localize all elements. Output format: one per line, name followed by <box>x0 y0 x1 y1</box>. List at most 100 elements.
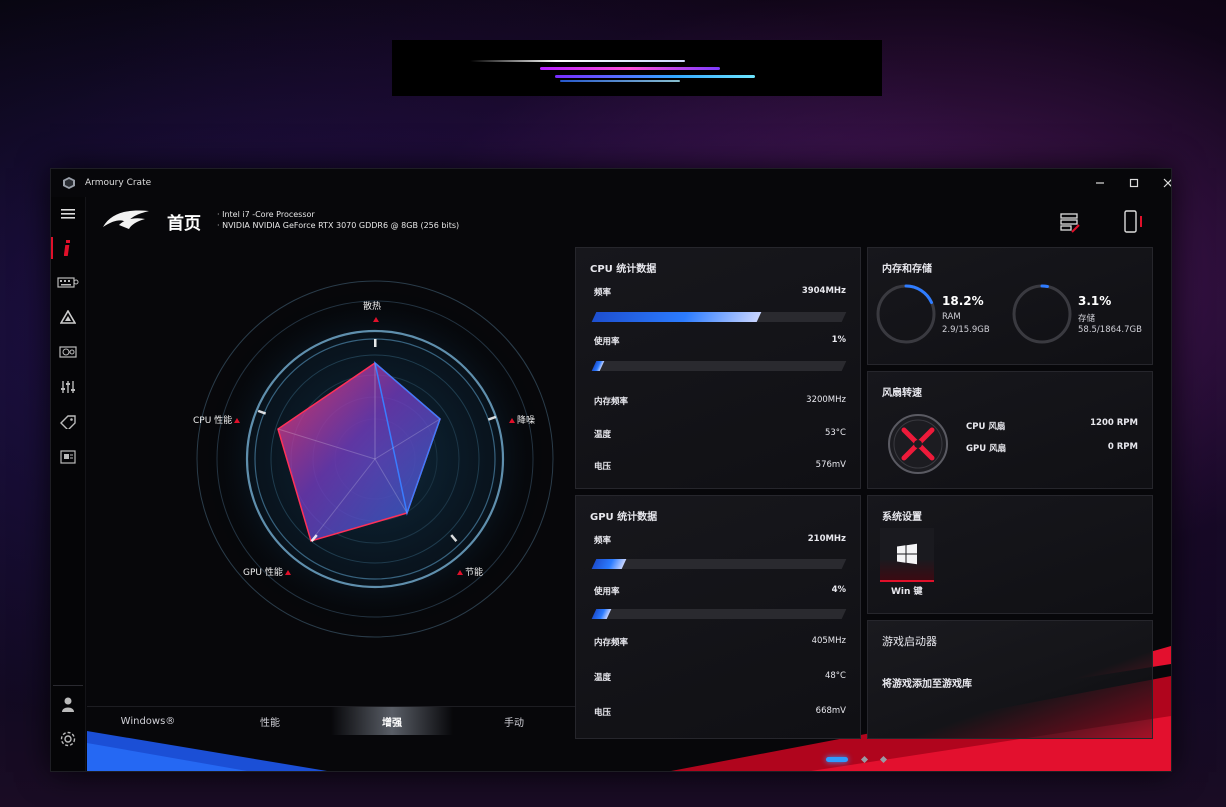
card-title: 系统设置 <box>882 512 922 523</box>
cpu-usage-bar <box>591 361 847 371</box>
cpu-stats-card[interactable]: CPU 统计数据 频率 3904MHz 使用率 1% 内存频率 3200MHz … <box>575 247 861 489</box>
windows-logo-icon <box>897 543 917 565</box>
page-dot[interactable] <box>879 755 888 764</box>
edit-layout-button[interactable] <box>1057 209 1083 235</box>
light-streak <box>555 75 755 78</box>
fan-icon <box>888 414 948 474</box>
gpu-fan-label: GPU 风扇 <box>966 444 1007 454</box>
gpu-memory-frequency-value: 405MHz <box>811 636 846 646</box>
gpu-usage-label: 使用率 <box>594 587 620 597</box>
fan-speed-card[interactable]: 风扇转速 CPU 风扇 1200 RPM GPU 风扇 0 RPM <box>867 371 1153 489</box>
gpu-temperature-label: 温度 <box>594 673 612 683</box>
storage-ring-gauge <box>1012 284 1072 344</box>
cpu-fan-label: CPU 风扇 <box>966 422 1006 432</box>
sidebar-item-gpu[interactable] <box>51 337 85 367</box>
minimize-button[interactable] <box>1083 173 1117 193</box>
ram-percent: 18.2% <box>942 294 984 308</box>
mobile-link-button[interactable] <box>1119 209 1145 235</box>
gpu-frequency-label: 频率 <box>594 536 612 546</box>
cpu-frequency-bar <box>591 312 847 322</box>
cpu-temperature-label: 温度 <box>594 430 612 440</box>
gpu-card-icon <box>59 346 77 358</box>
cpu-voltage-label: 电压 <box>594 462 612 472</box>
system-spec-list: Intel i7 -Core Processor NVIDIA NVIDIA G… <box>217 209 459 231</box>
user-icon <box>62 697 74 712</box>
cpu-voltage-value: 576mV <box>815 460 846 470</box>
keyboard-icon <box>57 277 79 288</box>
menu-icon[interactable] <box>51 199 85 229</box>
gpu-voltage-value: 668mV <box>815 706 846 716</box>
cpu-frequency-label: 频率 <box>594 288 612 298</box>
sidebar-item-user[interactable] <box>51 689 85 719</box>
rog-eye-logo <box>103 210 149 229</box>
phone-icon <box>1124 210 1142 233</box>
card-title: CPU 统计数据 <box>590 264 657 275</box>
system-settings-card[interactable]: 系统设置 Win 键 <box>867 495 1153 614</box>
sidebar-item-aura[interactable] <box>51 302 85 332</box>
gpu-usage-bar <box>591 609 847 619</box>
storage-detail: 58.5/1864.7GB <box>1078 325 1142 335</box>
cpu-temperature-value: 53°C <box>824 428 846 438</box>
home-info-icon <box>64 240 70 256</box>
gpu-frequency-bar <box>591 559 847 569</box>
ram-label: RAM <box>942 312 961 322</box>
mode-turbo[interactable]: 增强 <box>331 707 453 735</box>
cpu-fan-value: 1200 RPM <box>1090 418 1138 428</box>
blue-accent-decoration <box>87 731 327 771</box>
edit-widgets-icon <box>1060 213 1080 233</box>
page-dot-active[interactable] <box>826 757 848 762</box>
radar-chart <box>196 280 554 638</box>
sidebar-item-home[interactable] <box>51 233 85 263</box>
cpu-frequency-value: 3904MHz <box>801 286 846 296</box>
win-key-toggle[interactable] <box>880 528 934 582</box>
cpu-usage-label: 使用率 <box>594 337 620 347</box>
gpu-fan-value: 0 RPM <box>1107 442 1138 452</box>
radar-label-gpu-performance: GPU 性能 <box>243 565 293 578</box>
equalizer-icon <box>61 381 75 393</box>
app-window: Armoury Crate 首页 · Intel i7 -Core Proces… <box>50 168 1172 772</box>
gpu-temperature-value: 48°C <box>824 671 846 681</box>
title-bar: Armoury Crate <box>51 169 1171 197</box>
sidebar-item-settings[interactable] <box>51 724 85 754</box>
sidebar-item-news[interactable] <box>51 442 85 472</box>
gpu-voltage-label: 电压 <box>594 708 612 718</box>
sidebar-item-deals[interactable] <box>51 407 85 437</box>
card-title: 游戏启动器 <box>882 635 937 648</box>
add-game-link[interactable]: 将游戏添加至游戏库 <box>882 675 972 690</box>
gear-icon <box>60 731 76 747</box>
sidebar-item-device[interactable] <box>51 267 85 297</box>
aura-triangle-icon <box>60 310 76 324</box>
app-title: Armoury Crate <box>85 178 152 188</box>
card-title: 风扇转速 <box>882 388 922 399</box>
cpu-memory-frequency-value: 3200MHz <box>806 395 846 405</box>
gpu-stats-card[interactable]: GPU 统计数据 频率 210MHz 使用率 4% 内存频率 405MHz 温度… <box>575 495 861 739</box>
sidebar-item-tuning[interactable] <box>51 372 85 402</box>
card-title: GPU 统计数据 <box>590 512 658 523</box>
game-launcher-card[interactable]: 游戏启动器 将游戏添加至游戏库 <box>867 620 1153 739</box>
mode-manual[interactable]: 手动 <box>453 707 575 735</box>
maximize-button[interactable] <box>1117 173 1151 193</box>
memory-storage-card[interactable]: 内存和存储 18.2% RAM 2.9/15.9GB 3.1% 存储 58.5/… <box>867 247 1153 365</box>
radar-label-cooling: 散热 <box>363 302 382 312</box>
bar-fill <box>591 361 604 371</box>
sidebar <box>51 197 86 771</box>
news-icon <box>60 450 76 464</box>
radar-label-quiet: 降噪 <box>507 413 535 426</box>
card-title: 内存和存储 <box>882 264 932 275</box>
radar-label-power-saving: 节能 <box>455 565 483 578</box>
cpu-usage-value: 1% <box>831 335 846 345</box>
page-indicator <box>826 755 888 764</box>
sidebar-divider <box>53 685 83 686</box>
ram-detail: 2.9/15.9GB <box>942 325 990 335</box>
close-button[interactable] <box>1151 173 1171 193</box>
bar-fill <box>591 559 627 569</box>
light-streak <box>470 60 685 62</box>
performance-radar: 散热 降噪 节能 GPU 性能 CPU 性能 <box>135 269 605 689</box>
cpu-memory-frequency-label: 内存频率 <box>594 397 629 407</box>
gpu-memory-frequency-label: 内存频率 <box>594 638 629 648</box>
radar-label-cpu-performance: CPU 性能 <box>193 413 242 426</box>
light-streak <box>540 67 720 70</box>
page-dot[interactable] <box>860 755 869 764</box>
bar-fill <box>591 609 612 619</box>
radar-marker <box>371 315 381 325</box>
